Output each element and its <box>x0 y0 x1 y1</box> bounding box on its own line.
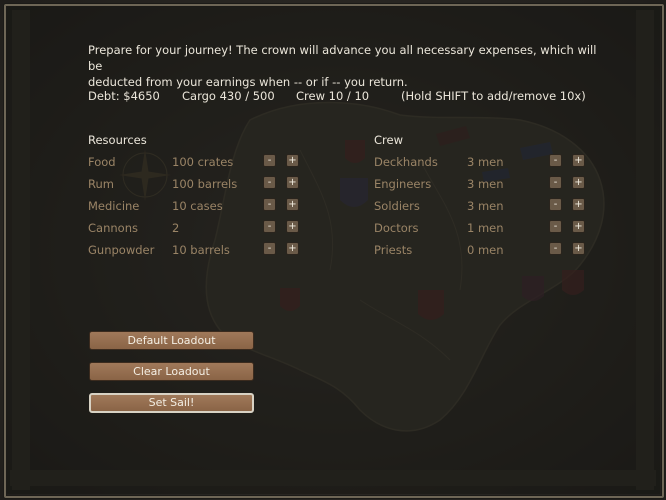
set-sail-button[interactable]: Set Sail! <box>89 393 254 413</box>
intro-text: Prepare for your journey! The crown will… <box>88 42 608 90</box>
crew-qty: 1 men <box>467 221 504 235</box>
crew-label: Doctors <box>374 221 419 235</box>
resource-qty: 10 cases <box>172 199 223 213</box>
gunpowder-plus-button[interactable]: + <box>286 242 299 255</box>
crew-label: Priests <box>374 243 413 257</box>
engineers-minus-button[interactable]: - <box>549 176 562 189</box>
clear-loadout-button[interactable]: Clear Loadout <box>89 362 254 381</box>
cannons-minus-button[interactable]: - <box>263 220 276 233</box>
engineers-plus-button[interactable]: + <box>572 176 585 189</box>
loadout-screen: Prepare for your journey! The crown will… <box>0 0 666 500</box>
resource-label: Cannons <box>88 221 138 235</box>
debt-label: Debt: $4650 <box>88 89 160 103</box>
crew-qty: 3 men <box>467 155 504 169</box>
resource-label: Gunpowder <box>88 243 155 257</box>
resource-label: Rum <box>88 177 114 191</box>
crew-label: Soldiers <box>374 199 420 213</box>
resource-label: Food <box>88 155 116 169</box>
default-loadout-button[interactable]: Default Loadout <box>89 331 254 350</box>
doctors-minus-button[interactable]: - <box>549 220 562 233</box>
medicine-plus-button[interactable]: + <box>286 198 299 211</box>
resource-qty: 10 barrels <box>172 243 230 257</box>
crew-count-label: Crew 10 / 10 <box>296 89 370 103</box>
food-plus-button[interactable]: + <box>286 154 299 167</box>
rum-minus-button[interactable]: - <box>263 176 276 189</box>
intro-line-2: deducted from your earnings when -- or i… <box>88 75 408 89</box>
resource-label: Medicine <box>88 199 140 213</box>
food-minus-button[interactable]: - <box>263 154 276 167</box>
soldiers-plus-button[interactable]: + <box>572 198 585 211</box>
shift-hint: (Hold SHIFT to add/remove 10x) <box>401 89 586 103</box>
resource-qty: 100 crates <box>172 155 234 169</box>
soldiers-minus-button[interactable]: - <box>549 198 562 211</box>
crew-qty: 3 men <box>467 177 504 191</box>
resource-qty: 100 barrels <box>172 177 238 191</box>
cargo-label: Cargo 430 / 500 <box>182 89 275 103</box>
medicine-minus-button[interactable]: - <box>263 198 276 211</box>
priests-plus-button[interactable]: + <box>572 242 585 255</box>
resource-qty: 2 <box>172 221 180 235</box>
crew-qty: 0 men <box>467 243 504 257</box>
resources-title: Resources <box>88 133 147 147</box>
priests-minus-button[interactable]: - <box>549 242 562 255</box>
crew-title: Crew <box>374 133 403 147</box>
gunpowder-minus-button[interactable]: - <box>263 242 276 255</box>
rum-plus-button[interactable]: + <box>286 176 299 189</box>
crew-label: Engineers <box>374 177 432 191</box>
intro-line-1: Prepare for your journey! The crown will… <box>88 43 597 73</box>
doctors-plus-button[interactable]: + <box>572 220 585 233</box>
cannons-plus-button[interactable]: + <box>286 220 299 233</box>
deckhands-minus-button[interactable]: - <box>549 154 562 167</box>
crew-label: Deckhands <box>374 155 438 169</box>
deckhands-plus-button[interactable]: + <box>572 154 585 167</box>
crew-qty: 3 men <box>467 199 504 213</box>
